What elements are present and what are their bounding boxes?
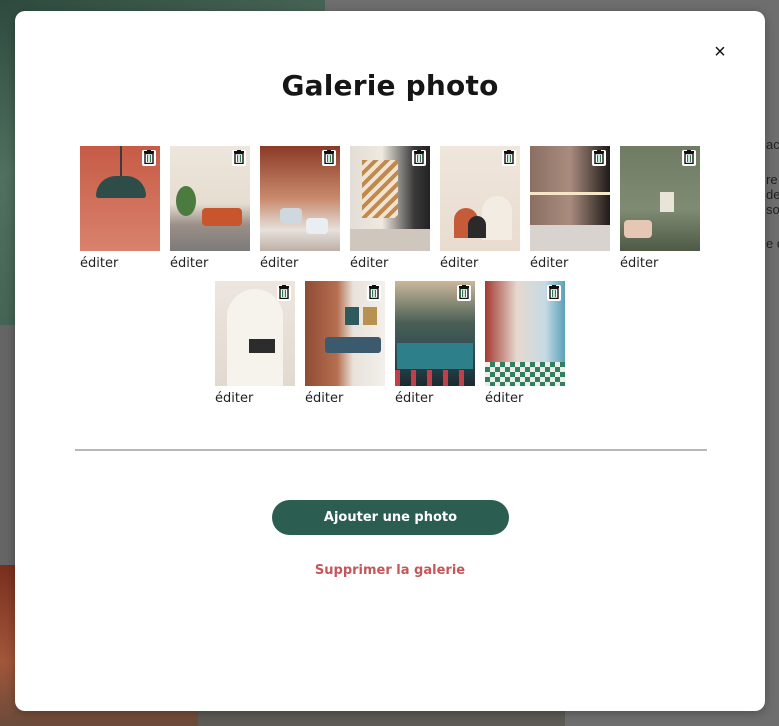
photo-tile: éditer: [395, 281, 475, 406]
edit-link[interactable]: éditer: [530, 256, 610, 271]
photo-thumbnail[interactable]: [530, 146, 610, 251]
trash-icon[interactable]: [142, 150, 156, 166]
add-photo-button[interactable]: Ajouter une photo: [272, 500, 509, 535]
gallery-modal: × Galerie photo éditer éditer éditer édi…: [15, 11, 765, 711]
trash-icon[interactable]: [682, 150, 696, 166]
edit-link[interactable]: éditer: [620, 256, 700, 271]
trash-icon[interactable]: [367, 285, 381, 301]
gallery-row: éditer éditer éditer: [70, 281, 710, 406]
background-text: so: [766, 202, 779, 217]
photo-tile: éditer: [620, 146, 700, 271]
close-icon[interactable]: ×: [714, 41, 726, 63]
modal-title: Galerie photo: [281, 69, 499, 102]
photo-tile: éditer: [215, 281, 295, 406]
background-text: re: [766, 172, 778, 187]
delete-gallery-link[interactable]: Supprimer la galerie: [15, 563, 765, 578]
background-text: acc: [766, 137, 779, 152]
photo-thumbnail[interactable]: [80, 146, 160, 251]
photo-tile: éditer: [80, 146, 160, 271]
edit-link[interactable]: éditer: [440, 256, 520, 271]
photo-gallery: éditer éditer éditer éditer éditer édite…: [70, 146, 710, 416]
edit-link[interactable]: éditer: [305, 391, 385, 406]
trash-icon[interactable]: [322, 150, 336, 166]
photo-thumbnail[interactable]: [170, 146, 250, 251]
gallery-row: éditer éditer éditer: [70, 146, 710, 271]
photo-tile: éditer: [530, 146, 610, 271]
divider: [75, 449, 707, 451]
trash-icon[interactable]: [412, 150, 426, 166]
edit-link[interactable]: éditer: [395, 391, 475, 406]
photo-tile: éditer: [350, 146, 430, 271]
close-button[interactable]: ×: [709, 41, 731, 63]
photo-tile: éditer: [170, 146, 250, 271]
photo-tile: éditer: [485, 281, 565, 406]
photo-thumbnail[interactable]: [215, 281, 295, 386]
photo-thumbnail[interactable]: [395, 281, 475, 386]
photo-thumbnail[interactable]: [620, 146, 700, 251]
photo-thumbnail[interactable]: [485, 281, 565, 386]
edit-link[interactable]: éditer: [485, 391, 565, 406]
background-text: e d: [766, 236, 779, 251]
edit-link[interactable]: éditer: [170, 256, 250, 271]
photo-thumbnail[interactable]: [440, 146, 520, 251]
trash-icon[interactable]: [592, 150, 606, 166]
photo-thumbnail[interactable]: [350, 146, 430, 251]
edit-link[interactable]: éditer: [215, 391, 295, 406]
photo-thumbnail[interactable]: [260, 146, 340, 251]
edit-link[interactable]: éditer: [80, 256, 160, 271]
trash-icon[interactable]: [502, 150, 516, 166]
trash-icon[interactable]: [232, 150, 246, 166]
photo-tile: éditer: [260, 146, 340, 271]
background-text: de: [766, 187, 779, 202]
edit-link[interactable]: éditer: [260, 256, 340, 271]
photo-tile: éditer: [440, 146, 520, 271]
trash-icon[interactable]: [547, 285, 561, 301]
trash-icon[interactable]: [277, 285, 291, 301]
photo-thumbnail[interactable]: [305, 281, 385, 386]
photo-tile: éditer: [305, 281, 385, 406]
trash-icon[interactable]: [457, 285, 471, 301]
edit-link[interactable]: éditer: [350, 256, 430, 271]
